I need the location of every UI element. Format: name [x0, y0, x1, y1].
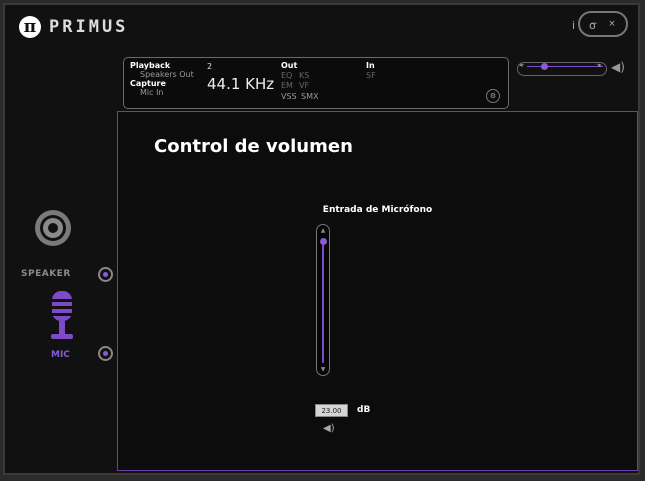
mic-radio-dot	[103, 351, 108, 356]
sample-rate: 44.1 KHz	[207, 75, 275, 93]
db-value-field[interactable]: 23.00	[315, 404, 348, 417]
playback-device: Speakers Out	[140, 70, 194, 79]
app-window: π PRIMUS i o − × Playback Speakers Out C…	[3, 3, 640, 475]
slider-fill	[322, 241, 324, 363]
out-label: Out	[281, 61, 298, 70]
master-volume-slider[interactable]: ◂· ·▸ ◀)	[517, 60, 637, 80]
capture-device: Mic In	[140, 88, 164, 97]
speaker-radio[interactable]	[98, 267, 113, 282]
out-smx: SMX	[301, 92, 319, 101]
master-volume-right-arrow[interactable]: ·▸	[596, 61, 602, 69]
slider-knob[interactable]	[320, 238, 327, 246]
capture-label: Capture	[130, 79, 166, 88]
master-volume-knob[interactable]	[541, 63, 548, 70]
out-vss: VSS	[281, 92, 297, 101]
in-sf: SF	[366, 71, 376, 80]
out-em: EM	[281, 81, 293, 90]
master-volume-track[interactable]	[517, 62, 607, 76]
panel-title: Control de volumen	[154, 136, 353, 157]
speaker-device-icon[interactable]	[33, 208, 73, 248]
mic-radio[interactable]	[98, 346, 113, 361]
mic-label: MIC	[51, 350, 70, 360]
in-label: In	[366, 61, 375, 70]
mic-device-icon[interactable]	[47, 291, 77, 343]
master-volume-left-arrow[interactable]: ◂·	[519, 61, 525, 69]
out-vf: VF	[299, 81, 310, 90]
speaker-label: SPEAKER	[21, 269, 71, 279]
close-button[interactable]: ×	[607, 19, 617, 29]
speaker-icon[interactable]: ◀)	[611, 60, 625, 74]
master-volume-line	[527, 66, 603, 67]
info-icon[interactable]: i	[572, 19, 575, 32]
out-ks: KS	[299, 71, 310, 80]
primus-logo-icon: π	[19, 16, 41, 38]
mic-volume-slider[interactable]: ▲ ▼	[316, 224, 330, 376]
slider-up-arrow-icon[interactable]: ▲	[317, 227, 329, 234]
channel-label: Entrada de Micrófono	[322, 205, 433, 215]
header-bar: π PRIMUS i o − ×	[5, 5, 638, 47]
mute-speaker-icon[interactable]: ◀)	[323, 423, 335, 434]
slider-down-arrow-icon[interactable]: ▼	[317, 366, 329, 373]
status-settings-icon[interactable]: ⚙	[486, 89, 500, 103]
device-status-panel: Playback Speakers Out Capture Mic In 2 4…	[123, 57, 509, 109]
db-unit-label: dB	[357, 405, 371, 415]
speaker-radio-dot	[103, 272, 108, 277]
channel-count: 2	[207, 62, 213, 71]
brand-name: PRIMUS	[49, 17, 129, 37]
volume-control-panel: Control de volumen Entrada de Micrófono …	[117, 111, 638, 471]
window-controls: − ×	[578, 11, 628, 37]
minimize-button[interactable]: −	[589, 19, 599, 29]
out-eq: EQ	[281, 71, 293, 80]
playback-label: Playback	[130, 61, 171, 70]
